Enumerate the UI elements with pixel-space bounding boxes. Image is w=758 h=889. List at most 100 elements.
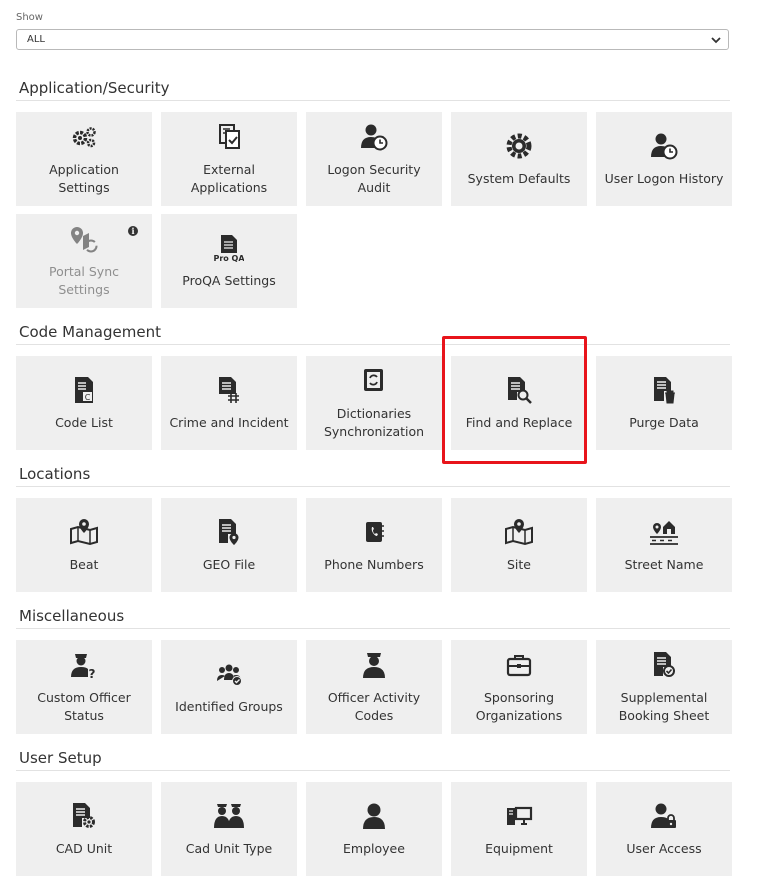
proqa-doc-icon: Pro QA (213, 232, 245, 264)
tile-logon-security-audit[interactable]: Logon Security Audit (306, 112, 442, 206)
tile-phone-numbers[interactable]: Phone Numbers (306, 498, 442, 592)
tile-equipment[interactable]: Equipment (451, 782, 587, 876)
tile-custom-officer-status[interactable]: ? Custom Officer Status (16, 640, 152, 734)
tile-beat[interactable]: Beat (16, 498, 152, 592)
officers-icon (213, 800, 245, 832)
svg-text:C: C (85, 393, 91, 402)
doc-pin-icon (213, 516, 245, 548)
tile-crime-and-incident[interactable]: Crime and Incident (161, 356, 297, 450)
proqa-icon-text: Pro QA (214, 254, 244, 263)
map-sync-icon (68, 223, 100, 255)
tile-label: System Defaults (467, 171, 571, 186)
tile-label: Dictionaries Synchronization (323, 406, 425, 439)
group-check-icon (213, 658, 245, 690)
section-title-user-setup: User Setup (19, 749, 102, 767)
show-select[interactable]: ALL (16, 29, 729, 50)
tile-site[interactable]: Site (451, 498, 587, 592)
tile-application-settings[interactable]: Application Settings (16, 112, 152, 206)
tile-label: Cad Unit Type (185, 841, 273, 856)
section-divider (16, 628, 730, 629)
section-divider (16, 100, 730, 101)
tile-label: Portal Sync Settings (48, 264, 119, 297)
section-title-miscellaneous: Miscellaneous (19, 607, 125, 625)
svg-text:?: ? (89, 667, 96, 680)
tile-label: User Logon History (604, 171, 724, 186)
tile-geo-file[interactable]: GEO File (161, 498, 297, 592)
tile-label: Phone Numbers (324, 557, 424, 572)
tile-label: Identified Groups (175, 699, 283, 714)
tile-officer-activity-codes[interactable]: Officer Activity Codes (306, 640, 442, 734)
tile-code-list[interactable]: C Code List (16, 356, 152, 450)
external-doc-icon (213, 121, 245, 153)
tile-dictionaries-synchronization[interactable]: Dictionaries Synchronization (306, 356, 442, 450)
tile-label: ProQA Settings (182, 273, 276, 288)
tile-purge-data[interactable]: Purge Data (596, 356, 732, 450)
tile-supplemental-booking-sheet[interactable]: Supplemental Booking Sheet (596, 640, 732, 734)
tile-user-access[interactable]: User Access (596, 782, 732, 876)
chevron-down-icon (711, 37, 721, 44)
tile-cad-unit[interactable]: CAD Unit (16, 782, 152, 876)
map-pin-icon (68, 516, 100, 548)
user-clock-icon (358, 121, 390, 153)
doc-gear-icon (68, 800, 100, 832)
tile-identified-groups[interactable]: Identified Groups (161, 640, 297, 734)
tile-sponsoring-organizations[interactable]: Sponsoring Organizations (451, 640, 587, 734)
doc-search-icon (503, 374, 535, 406)
tile-proqa-settings[interactable]: Pro QA ProQA Settings (161, 214, 297, 308)
tile-label: Site (507, 557, 531, 572)
tile-find-and-replace[interactable]: Find and Replace (451, 356, 587, 450)
phone-book-icon (358, 516, 390, 548)
code-list-icon: C (68, 374, 100, 406)
street-icon (648, 516, 680, 548)
user-lock-icon (648, 800, 680, 832)
tile-grid-user-setup: CAD Unit Cad Unit Type Employee Equipmen… (16, 782, 734, 876)
doc-hash-icon (213, 374, 245, 406)
section-title-application-security: Application/Security (19, 79, 170, 97)
tile-label: External Applications (190, 162, 268, 195)
officer-icon (358, 649, 390, 681)
computer-icon (503, 800, 535, 832)
tile-grid-locations: Beat GEO File Phone Numbers Site Street … (16, 498, 734, 592)
section-divider (16, 344, 730, 345)
tile-label: Application Settings (49, 162, 119, 195)
tile-grid-miscellaneous: ? Custom Officer Status Identified Group… (16, 640, 734, 734)
tile-label: Officer Activity Codes (327, 690, 421, 723)
tile-label: Employee (343, 841, 405, 856)
section-title-code-management: Code Management (19, 323, 161, 341)
show-select-value: ALL (27, 34, 45, 45)
doc-check-icon (648, 649, 680, 681)
tile-label: Custom Officer Status (37, 690, 131, 723)
officer-question-icon: ? (68, 649, 100, 681)
section-title-locations: Locations (19, 465, 91, 483)
tile-label: Find and Replace (465, 415, 573, 430)
tile-label: Equipment (485, 841, 553, 856)
tile-employee[interactable]: Employee (306, 782, 442, 876)
map-pin-icon (503, 516, 535, 548)
gears-icon (68, 121, 100, 153)
show-label: Show (16, 12, 43, 23)
tile-grid-code-management: C Code List Crime and Incident Dictionar… (16, 356, 734, 450)
tile-portal-sync-settings[interactable]: i Portal Sync Settings (16, 214, 152, 308)
tile-label: Code List (55, 415, 113, 430)
briefcase-icon (503, 649, 535, 681)
info-icon[interactable]: i (128, 226, 138, 236)
tile-label: Purge Data (629, 415, 699, 430)
section-divider (16, 486, 730, 487)
tile-label: Beat (69, 557, 99, 572)
tile-external-applications[interactable]: External Applications (161, 112, 297, 206)
tile-grid-application-security: Application Settings External Applicatio… (16, 112, 734, 308)
tile-street-name[interactable]: Street Name (596, 498, 732, 592)
tile-system-defaults[interactable]: System Defaults (451, 112, 587, 206)
tile-label: User Access (626, 841, 702, 856)
user-icon (358, 800, 390, 832)
tile-user-logon-history[interactable]: User Logon History (596, 112, 732, 206)
user-clock-icon (648, 130, 680, 162)
doc-trash-icon (648, 374, 680, 406)
gear-icon (503, 130, 535, 162)
tile-cad-unit-type[interactable]: Cad Unit Type (161, 782, 297, 876)
tile-label: Sponsoring Organizations (475, 690, 563, 723)
tile-label: CAD Unit (55, 841, 113, 856)
section-divider (16, 770, 730, 771)
tile-label: Logon Security Audit (327, 162, 421, 195)
tile-label: Street Name (624, 557, 704, 572)
